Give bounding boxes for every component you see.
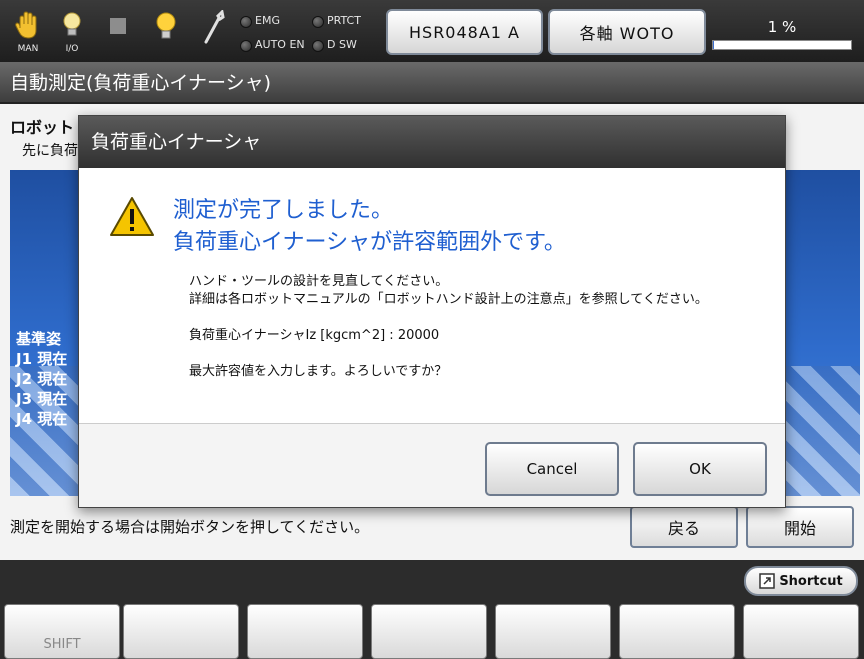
axis-mode-button[interactable]: 各軸 WOTO (548, 9, 706, 55)
dialog-message-line2: 負荷重心イナーシャが許容範囲外です。 (173, 230, 566, 255)
overlay-j4: J4 現在 (16, 410, 68, 428)
emg-indicator: EMG (240, 13, 280, 29)
robot-heading: ロボット (10, 118, 75, 137)
cancel-button[interactable]: Cancel (485, 442, 619, 496)
fkey-label: SHIFT (43, 637, 81, 652)
shortcut-button[interactable]: Shortcut (744, 566, 858, 596)
dialog-question: 最大許容値を入力します。よろしいですか？ (189, 364, 448, 379)
shortcut-icon (759, 573, 776, 589)
dialog-detail-line2: 詳細は各ロボットマニュアルの「ロボットハンド設計上の注意点」を参照してください。 (189, 292, 708, 307)
fkey-6[interactable] (619, 604, 735, 659)
prtct-indicator: PRTCT (312, 13, 361, 29)
fkey-4[interactable] (371, 604, 487, 659)
dialog-message-line1: 測定が完了しました。 (173, 198, 394, 223)
status-bar: MAN I/O EMG PRTCT AUTO EN D SW HSR048A1 … (0, 0, 864, 62)
fkey-3[interactable] (247, 604, 363, 659)
progress-text: 1 % (767, 18, 797, 36)
footer-instruction: 測定を開始する場合は開始ボタンを押してください。 (10, 518, 370, 536)
bulb-icon-caption: I/O (65, 44, 79, 54)
instruction-text: 先に負荷 (22, 143, 78, 159)
fkey-2[interactable] (123, 604, 239, 659)
bulb-icon[interactable]: I/O (52, 6, 92, 56)
auto-en-indicator: AUTO EN (240, 37, 305, 53)
back-button[interactable]: 戻る (630, 506, 738, 548)
overlay-j3: J3 現在 (16, 390, 68, 408)
dialog-value-line: 負荷重心イナーシャIz [kgcm^2] : 20000 (189, 328, 440, 343)
inertia-dialog: 負荷重心イナーシャ 測定が完了しました。 負荷重心イナーシャが許容範囲外です。 … (78, 115, 786, 508)
dsw-indicator: D SW (312, 37, 357, 53)
lamp-icon[interactable] (146, 6, 186, 56)
dialog-body: 測定が完了しました。 負荷重心イナーシャが許容範囲外です。 ハンド・ツールの設計… (79, 168, 785, 424)
hand-icon[interactable]: MAN (8, 6, 48, 56)
dialog-title: 負荷重心イナーシャ (79, 116, 785, 168)
robot-select-button[interactable]: HSR048A1 A (386, 9, 543, 55)
overlay-j2: J2 現在 (16, 370, 68, 388)
warning-icon (110, 197, 154, 236)
dialog-detail-line1: ハンド・ツールの設計を見直してください。 (189, 274, 449, 289)
overlay-j1: J1 現在 (16, 350, 68, 368)
fkey-7[interactable] (743, 604, 859, 659)
ok-button[interactable]: OK (633, 442, 767, 496)
progress-bar (712, 40, 852, 50)
overlay-base-pose: 基準姿 (16, 330, 62, 348)
progress-fill (713, 41, 715, 49)
start-button[interactable]: 開始 (746, 506, 854, 548)
page-title: 自動測定(負荷重心イナーシャ) (0, 62, 864, 104)
shortcut-label: Shortcut (779, 573, 843, 589)
hand-icon-caption: MAN (17, 44, 39, 54)
fkey-5[interactable] (495, 604, 611, 659)
wrench-icon[interactable] (194, 6, 234, 56)
fkey-1[interactable]: SHIFT (4, 604, 120, 659)
stop-square-icon[interactable] (98, 6, 138, 56)
function-key-bar: Shortcut SHIFT (0, 560, 864, 659)
